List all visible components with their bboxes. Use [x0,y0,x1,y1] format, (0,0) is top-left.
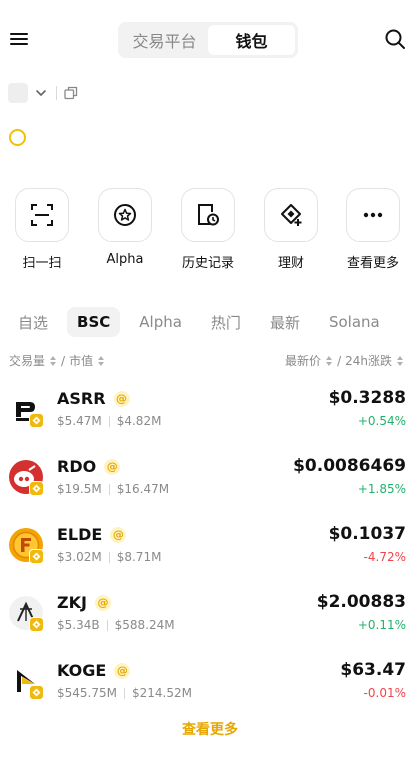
tab-bsc[interactable]: BSC [67,307,121,337]
token-symbol: ASRR [57,389,106,408]
history-icon [198,204,219,226]
sort-latest-price[interactable]: 最新价 [285,352,321,369]
token-row[interactable]: RDO @ $19.5M $16.47M $0.0086469 +1.85% [0,448,420,516]
token-volume: $545.75M [57,686,117,700]
divider [106,619,108,631]
divider [108,415,110,427]
action-label: 扫一扫 [22,256,62,271]
sort-header-right: 最新价 / 24h涨跌 [285,352,408,369]
sort-arrows-icon[interactable] [396,355,404,367]
tab-alpha[interactable]: Alpha [129,307,192,337]
wallet-account-row [8,82,79,104]
token-volume: $19.5M [57,482,102,496]
sort-separator: / [61,353,66,368]
alpha-tag-icon: @ [110,526,127,543]
sort-arrows-icon[interactable] [97,355,105,367]
sort-arrows-icon[interactable] [325,355,333,367]
segment-exchange[interactable]: 交易平台 [121,25,208,55]
tab-new[interactable]: 最新 [260,306,310,339]
segment-wallet[interactable]: 钱包 [208,25,295,55]
token-row[interactable]: ZKJ @ $5.34B $588.24M $2.00883 +0.11% [0,584,420,652]
action-more[interactable]: 查看更多 [343,188,403,271]
bnb-chain-badge-icon [29,413,44,428]
token-price: $0.0086469 [293,456,406,476]
divider [108,551,110,563]
action-earn[interactable]: 理财 [261,188,321,271]
token-price: $63.47 [340,660,406,680]
action-label: 查看更多 [346,256,399,271]
alpha-tag-icon: @ [114,662,131,679]
scan-icon [31,204,53,226]
token-market-cap: $214.52M [131,686,192,700]
tab-solana[interactable]: Solana [319,307,390,337]
star-circle-icon [114,204,136,226]
token-symbol: RDO [57,457,97,476]
platform-wallet-switch: 交易平台 钱包 [118,22,298,58]
divider [123,687,125,699]
token-volume: $5.47M [57,414,102,428]
action-scan[interactable]: 扫一扫 [12,188,72,271]
bnb-chain-badge-icon [29,617,44,632]
more-icon [363,212,383,218]
token-change: +1.85% [357,482,406,496]
bnb-chain-badge-icon [29,685,44,700]
token-symbol: KOGE [57,661,107,680]
token-market-cap: $4.82M [116,414,162,428]
menu-icon[interactable] [10,30,28,48]
action-alpha[interactable]: Alpha [95,188,155,267]
token-symbol: ZKJ [57,593,87,612]
loading-spinner-icon [9,129,26,146]
quick-actions: 扫一扫 Alpha 历史记录 理财 查看更多 [0,188,420,271]
sort-volume[interactable]: 交易量 [9,352,45,369]
bnb-chain-badge-icon [29,481,44,496]
sort-arrows-icon[interactable] [49,355,57,367]
token-row[interactable]: KOGE @ $545.75M $214.52M $63.47 -0.01% [0,652,420,720]
bnb-chain-badge-icon [29,549,44,564]
token-row[interactable]: ASRR @ $5.47M $4.82M $0.3288 +0.54% [0,380,420,448]
alpha-tag-icon: @ [94,594,111,611]
earn-icon [281,204,302,226]
token-price: $0.1037 [328,524,406,544]
divider [108,483,110,495]
sort-market-cap[interactable]: 市值 [69,352,93,369]
market-tabs: 自选 BSC Alpha 热门 最新 Solana [8,306,399,338]
token-market-cap: $588.24M [114,618,175,632]
token-list: ASRR @ $5.47M $4.82M $0.3288 +0.54% RDO … [0,380,420,720]
token-symbol: ELDE [57,525,103,544]
wallet-avatar[interactable] [8,83,28,103]
tab-favorites[interactable]: 自选 [8,306,58,339]
token-change: -4.72% [363,550,406,564]
token-price: $0.3288 [328,388,406,408]
sort-header-left: 交易量 / 市值 [9,352,109,369]
action-label: Alpha [106,252,144,267]
action-history[interactable]: 历史记录 [178,188,238,271]
view-more-link[interactable]: 查看更多 [0,719,420,739]
action-label: 理财 [277,256,304,271]
token-change: +0.11% [357,618,406,632]
action-label: 历史记录 [181,256,234,271]
chevron-down-icon[interactable] [34,86,48,100]
token-price: $2.00883 [316,592,406,612]
copy-icon[interactable] [63,85,79,101]
tab-hot[interactable]: 热门 [201,306,251,339]
token-change: -0.01% [363,686,406,700]
alpha-tag-icon: @ [113,390,130,407]
top-bar: 交易平台 钱包 [0,0,420,80]
sort-separator: / [337,353,342,368]
token-market-cap: $8.71M [116,550,162,564]
token-change: +0.54% [357,414,406,428]
alpha-tag-icon: @ [104,458,121,475]
token-volume: $5.34B [57,618,100,632]
sort-change-24h[interactable]: 24h涨跌 [345,352,392,369]
token-market-cap: $16.47M [116,482,170,496]
search-icon[interactable] [384,28,406,50]
divider [56,86,57,100]
token-row[interactable]: ELDE @ $3.02M $8.71M $0.1037 -4.72% [0,516,420,584]
token-volume: $3.02M [57,550,102,564]
